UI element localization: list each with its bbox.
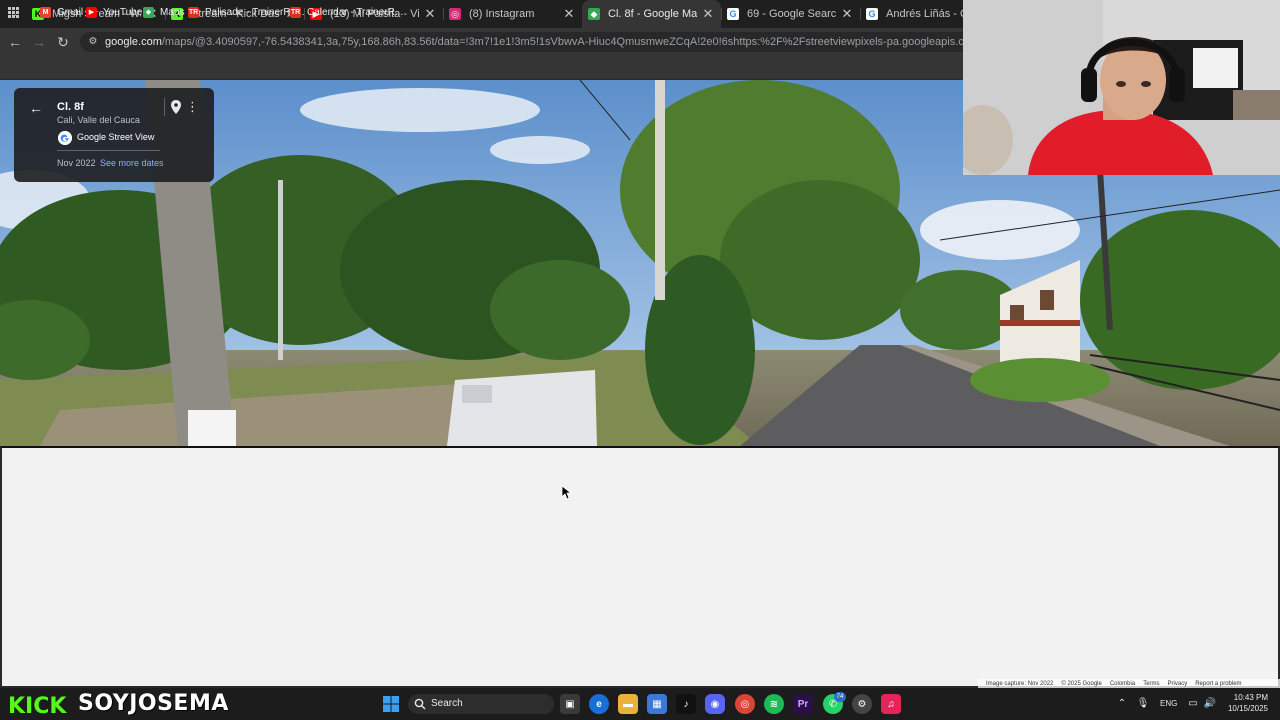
google-icon: G <box>727 8 739 20</box>
tiktok-live-icon[interactable]: ♫ <box>881 694 901 714</box>
privacy-link[interactable]: Privacy <box>1168 681 1188 687</box>
edge-browser-icon[interactable]: e <box>589 694 609 714</box>
see-more-dates-link[interactable]: See more dates <box>100 158 164 168</box>
bookmark-item[interactable]: TR Calendar - TrainerR... <box>290 4 403 20</box>
place-title: Cl. 8f <box>57 101 84 113</box>
bookmark-item[interactable]: ◆ Maps <box>143 4 184 20</box>
channel-name: SOYJOSEMA <box>78 691 229 716</box>
search-placeholder: Search <box>431 698 463 709</box>
location-pin-icon[interactable] <box>170 100 182 114</box>
trainerroad-icon: TR <box>290 6 301 18</box>
image-capture-text: Image capture: Nov 2022 <box>986 681 1054 687</box>
tab-close-icon[interactable]: ✕ <box>562 6 576 22</box>
more-vert-icon[interactable]: ⋮ <box>186 99 199 115</box>
site-info-icon[interactable]: ⚙ <box>86 35 100 49</box>
bookmark-label: Gmail <box>57 6 84 18</box>
apps-grid-icon[interactable] <box>8 4 19 20</box>
url-path: /maps/@3.4090597,-76.5438341,3a,75y,168.… <box>161 36 965 48</box>
gmail-icon: M <box>40 6 51 18</box>
webcam-overlay <box>963 0 1280 175</box>
kick-logo-icon: KICK <box>8 694 67 716</box>
tray-chevron-up-icon[interactable]: ⌃ <box>1115 697 1129 711</box>
tab-close-icon[interactable]: ✕ <box>423 6 437 22</box>
kick-logo-text: KICK <box>8 694 67 716</box>
bookmark-label: YouTube <box>103 6 143 18</box>
microphone-icon[interactable]: 🎙 <box>1136 697 1150 711</box>
country-text: Colombia <box>1109 681 1136 687</box>
tiktok-icon[interactable]: ♪ <box>676 694 696 714</box>
premiere-pro-icon[interactable]: Pr <box>793 694 813 714</box>
taskbar-search-box[interactable] <box>408 694 554 714</box>
settings-gear-icon[interactable]: ⚙ <box>852 694 872 714</box>
terms-link[interactable]: Terms <box>1143 681 1159 687</box>
card-divider <box>164 98 165 116</box>
tab-close-icon[interactable]: ✕ <box>701 6 715 22</box>
google-logo-icon <box>58 131 72 145</box>
tab-title: Cl. 8f - Google Maps <box>608 8 697 20</box>
reload-icon[interactable]: ↻ <box>53 32 73 52</box>
bookmark-item[interactable]: M Gmail <box>40 4 83 20</box>
browser-tab[interactable]: G 69 - Google Search ✕ <box>721 0 860 28</box>
trainerroad-icon: TR <box>188 6 199 18</box>
capture-date: Nov 2022 <box>57 158 96 168</box>
url-text[interactable]: google.com/maps/@3.4090597,-76.5438341,3… <box>105 36 965 50</box>
clock-date[interactable]: 10/15/2025 <box>1222 704 1268 713</box>
copyright-text: © 2025 Google <box>1061 681 1102 687</box>
street-view-label: Google Street View <box>77 132 155 142</box>
tab-title: 69 - Google Search <box>747 8 836 20</box>
card-separator <box>57 150 160 151</box>
google-icon: G <box>866 8 878 20</box>
language-indicator[interactable]: ENG <box>1160 699 1177 708</box>
search-icon <box>414 698 426 710</box>
file-explorer-icon[interactable]: ▬ <box>618 694 638 714</box>
url-host: google.com <box>105 36 162 48</box>
back-arrow-icon[interactable]: ← <box>5 32 25 52</box>
spotify-icon[interactable]: ≋ <box>764 694 784 714</box>
bookmark-item[interactable]: TR Palisade - TrainerRo... <box>188 4 305 20</box>
volume-icon[interactable]: 🔊 <box>1203 697 1217 711</box>
whatsapp-badge: 74 <box>834 692 846 702</box>
tab-title: (8) Instagram <box>469 8 535 20</box>
youtube-icon: ▶ <box>86 6 97 18</box>
report-problem-link[interactable]: Report a problem <box>1195 681 1241 687</box>
bookmark-label: Calendar - TrainerR... <box>307 6 404 18</box>
forward-arrow-icon[interactable]: → <box>29 32 49 52</box>
clock-time[interactable]: 10:43 PM <box>1232 693 1268 702</box>
bookmark-item[interactable]: ▶ YouTube <box>86 4 142 20</box>
browser-tab[interactable]: ◎ (8) Instagram ✕ <box>443 0 582 28</box>
streamer-webcam-image <box>963 0 1280 175</box>
browser-tab[interactable]: ◆ Cl. 8f - Google Maps ✕ <box>582 0 721 28</box>
back-arrow-icon[interactable]: ← <box>28 100 44 116</box>
mouse-cursor-icon <box>562 486 572 500</box>
bookmark-label: Maps <box>160 6 185 18</box>
network-icon[interactable]: ▭ <box>1186 697 1200 711</box>
maps-icon: ◆ <box>588 8 600 20</box>
windows-start-icon[interactable] <box>381 694 401 714</box>
place-subtitle: Cali, Valle del Cauca <box>57 115 140 125</box>
discord-icon[interactable]: ◉ <box>705 694 725 714</box>
instagram-icon: ◎ <box>449 8 461 20</box>
task-view-icon[interactable]: ▣ <box>560 694 580 714</box>
map-canvas[interactable] <box>0 446 1280 688</box>
maps-icon: ◆ <box>143 6 154 18</box>
chrome-icon[interactable]: ◎ <box>735 694 755 714</box>
tab-close-icon[interactable]: ✕ <box>840 6 854 22</box>
microsoft-store-icon[interactable]: ▦ <box>647 694 667 714</box>
